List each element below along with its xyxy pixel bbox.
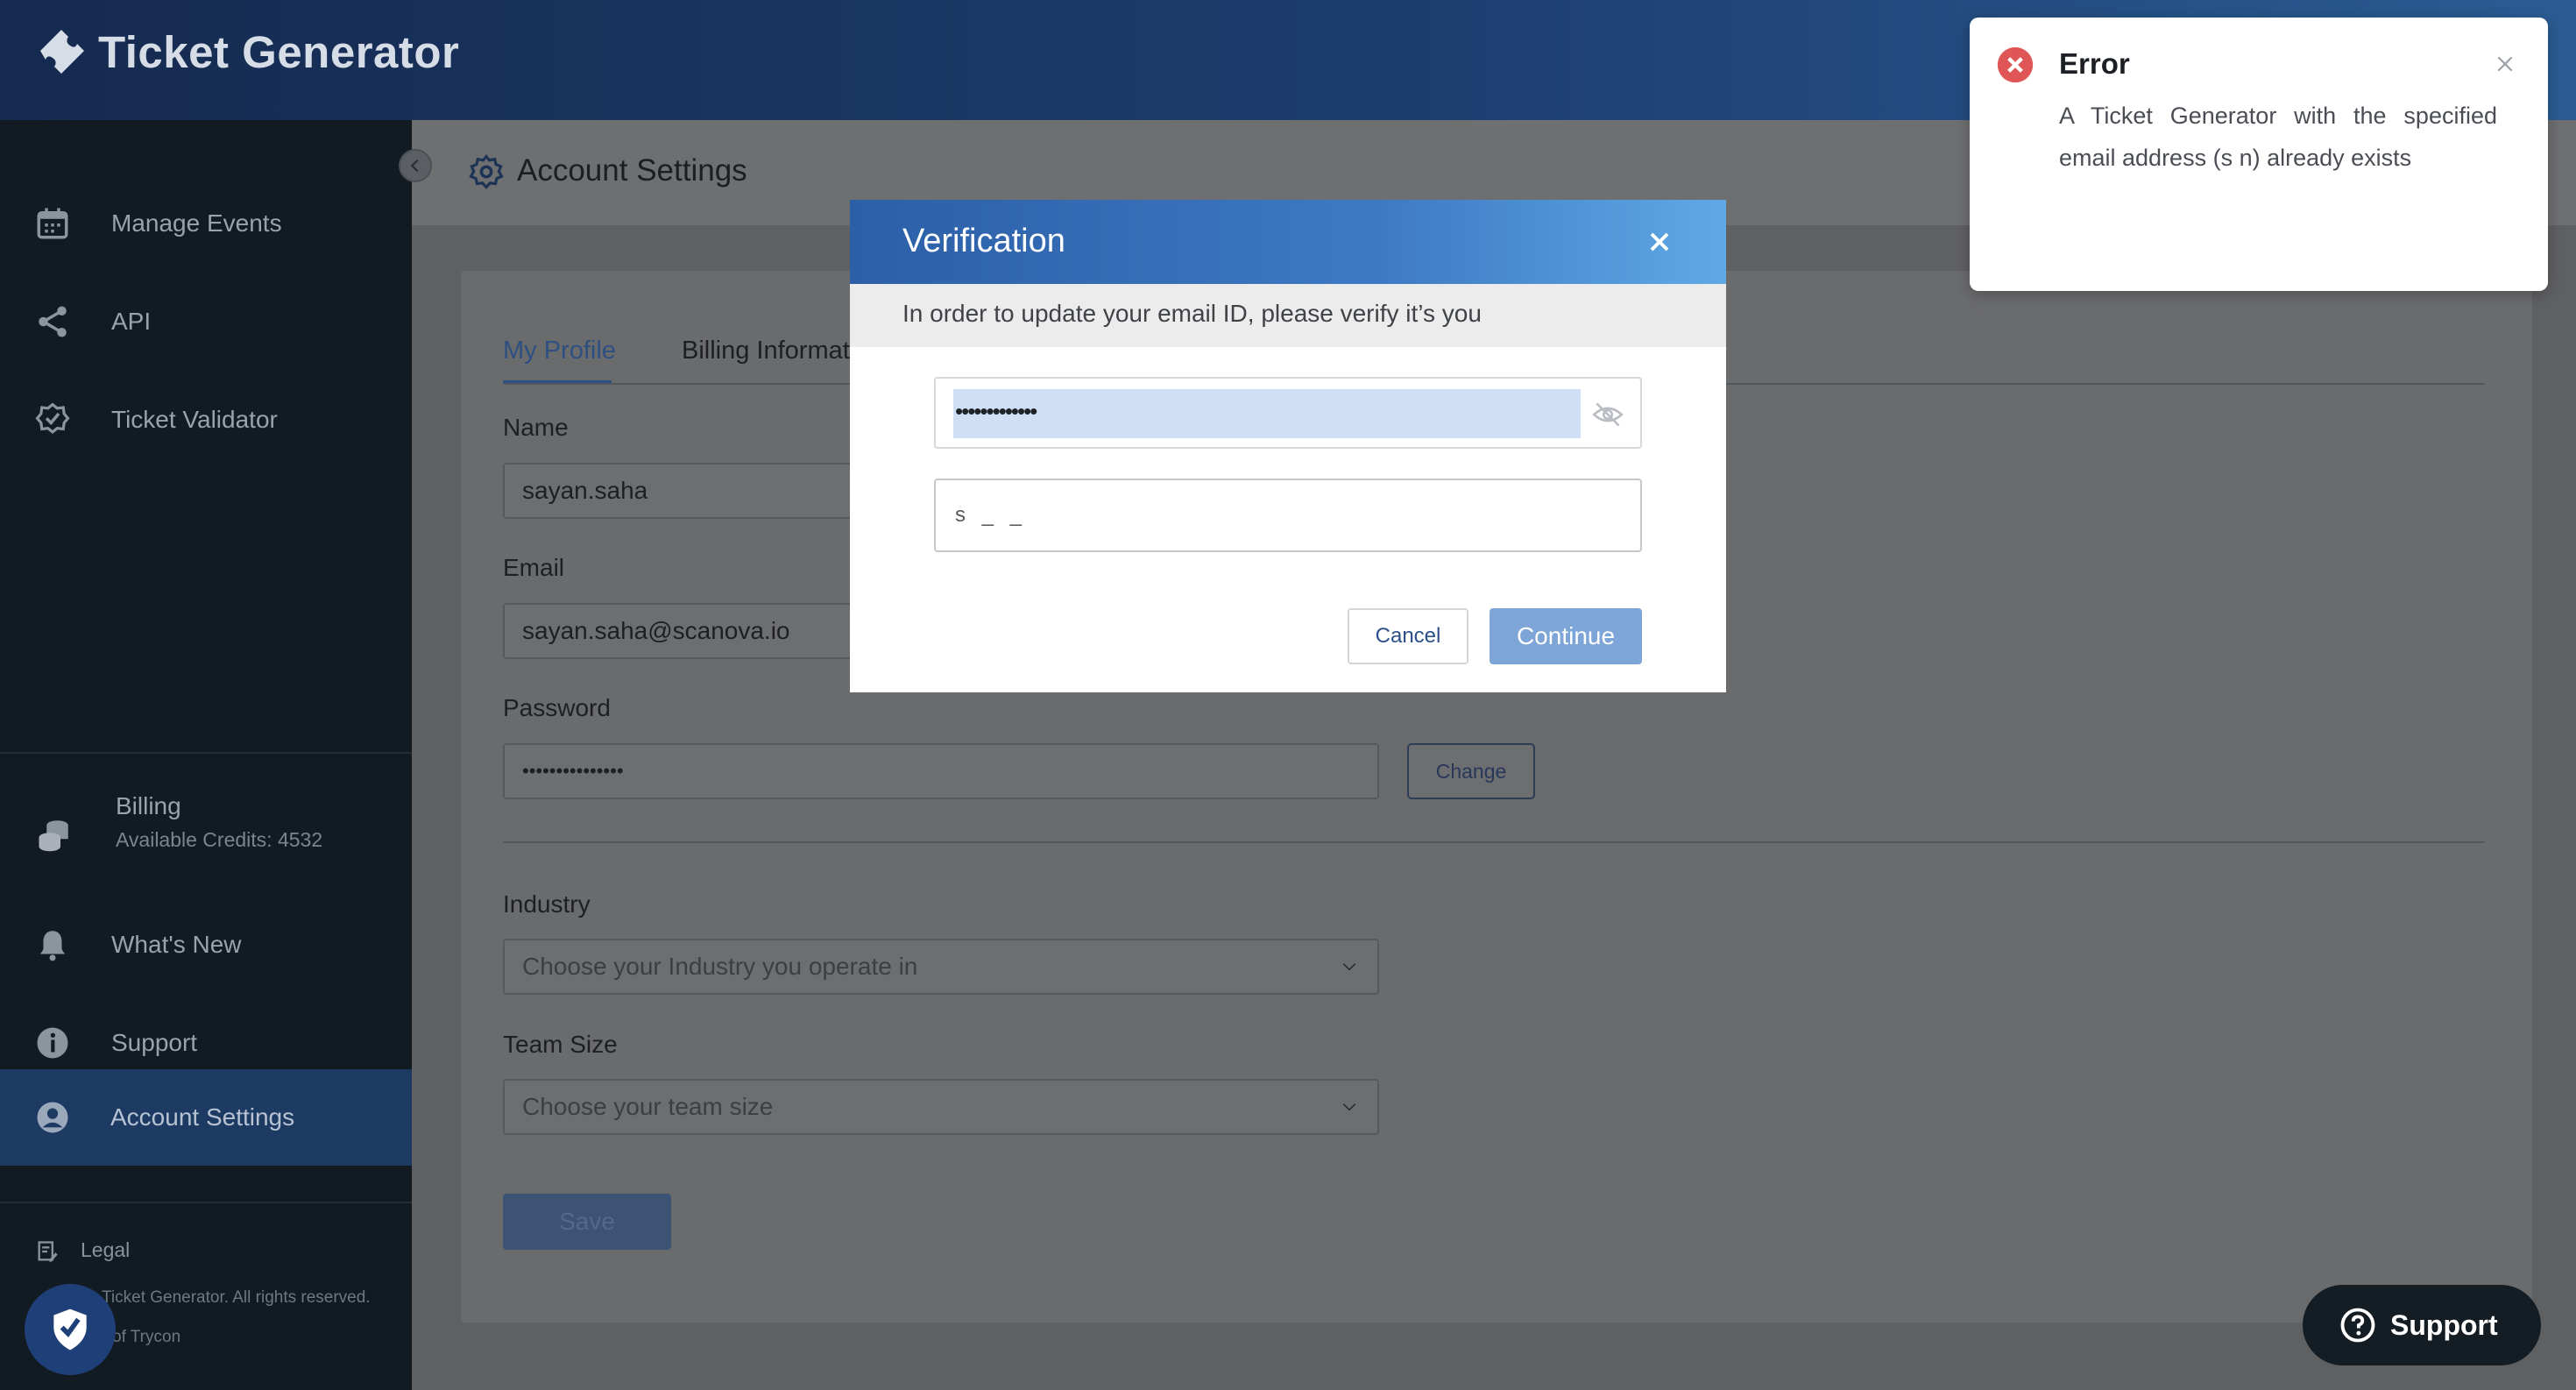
modal-header: Verification (850, 200, 1726, 284)
sidebar-item-label: Account Settings (110, 1103, 295, 1131)
copyright-text: Ticket Generator. All rights reserved. (102, 1288, 371, 1307)
sidebar-item-label: Ticket Validator (111, 406, 278, 433)
sidebar: Manage Events API Ticket Validator Billi… (0, 120, 412, 1390)
close-icon[interactable] (1644, 226, 1675, 258)
email-input[interactable]: sayan.saha@scanova.io (503, 603, 871, 659)
chevron-down-icon (1342, 963, 1356, 971)
shield-check-icon (53, 1308, 87, 1351)
continue-button[interactable]: Continue (1490, 608, 1642, 664)
sidebar-divider (0, 1202, 412, 1203)
sidebar-item-whats-new[interactable]: What's New (0, 897, 412, 993)
save-button[interactable]: Save (503, 1194, 671, 1250)
gear-icon (469, 153, 504, 189)
sidebar-item-ticket-validator[interactable]: Ticket Validator (0, 372, 412, 468)
close-icon[interactable] (2494, 53, 2516, 75)
change-password-button[interactable]: Change (1407, 743, 1535, 799)
industry-label: Industry (503, 890, 591, 918)
share-nodes-icon (32, 301, 74, 343)
chevron-left-icon (410, 159, 419, 173)
page-title: Account Settings (517, 153, 747, 188)
help-circle-icon (2340, 1308, 2375, 1343)
team-size-label: Team Size (503, 1031, 618, 1058)
sidebar-item-label: Support (111, 1029, 198, 1056)
app-logo[interactable]: Ticket Generator (35, 25, 459, 79)
tab-billing-information[interactable]: Billing Informat (682, 337, 850, 365)
bell-icon (32, 924, 74, 966)
error-circle-icon (1997, 46, 2034, 83)
error-toast: Error A Ticket Generator with the specif… (1970, 18, 2548, 291)
app-title: Ticket Generator (98, 26, 460, 77)
verification-modal: Verification In order to update your ema… (850, 200, 1726, 692)
toast-title: Error (2059, 47, 2130, 80)
sidebar-collapse-button[interactable] (399, 149, 432, 182)
calendar-icon (32, 202, 74, 245)
modal-subtitle-bar: In order to update your email ID, please… (850, 284, 1726, 347)
new-email-input[interactable]: s _ _ (934, 479, 1642, 552)
form-separator (503, 841, 2485, 843)
name-input[interactable]: sayan.saha (503, 463, 871, 519)
document-edit-icon (38, 1241, 58, 1262)
verify-password-value: ••••••••••••• (955, 398, 1037, 424)
text-selection-highlight (953, 389, 1581, 438)
sidebar-item-manage-events[interactable]: Manage Events (0, 175, 412, 272)
password-value: ••••••••••••••• (522, 760, 624, 782)
user-circle-icon (32, 1096, 74, 1138)
ticket-logo-icon (40, 30, 84, 74)
name-label: Name (503, 414, 569, 441)
support-chat-button[interactable]: Support (2303, 1285, 2541, 1365)
sidebar-divider (0, 752, 412, 754)
coins-icon (33, 813, 75, 855)
trycon-text: of Trycon (112, 1328, 181, 1346)
sidebar-item-label: API (111, 308, 152, 335)
cancel-button[interactable]: Cancel (1348, 608, 1468, 664)
team-size-placeholder: Choose your team size (522, 1093, 774, 1120)
new-email-value: s _ _ (955, 503, 1028, 527)
sidebar-item-label: What's New (111, 931, 242, 958)
support-label: Support (2390, 1309, 2498, 1341)
badge-check-icon (32, 399, 74, 441)
legal-link[interactable]: Legal (81, 1238, 130, 1262)
available-credits: Available Credits: 4532 (116, 828, 323, 851)
info-icon (32, 1022, 74, 1064)
email-label: Email (503, 554, 565, 581)
sidebar-item-label: Manage Events (111, 209, 282, 237)
sidebar-item-api[interactable]: API (0, 273, 412, 370)
modal-title: Verification (902, 223, 1065, 259)
name-value: sayan.saha (522, 477, 648, 504)
billing-label: Billing (116, 792, 181, 819)
tab-my-profile[interactable]: My Profile (503, 337, 616, 365)
chevron-down-icon (1342, 1103, 1356, 1111)
password-input[interactable]: ••••••••••••••• (503, 743, 1379, 799)
security-badge[interactable] (25, 1284, 116, 1375)
email-value: sayan.saha@scanova.io (522, 617, 790, 644)
team-size-select[interactable]: Choose your team size (503, 1079, 1379, 1135)
eye-off-icon[interactable] (1591, 398, 1624, 431)
industry-select[interactable]: Choose your Industry you operate in (503, 939, 1379, 995)
toast-message: A Ticket Generator with the specified em… (2059, 103, 2497, 171)
sidebar-item-account-settings[interactable]: Account Settings (0, 1069, 412, 1166)
password-label: Password (503, 694, 611, 721)
modal-subtitle: In order to update your email ID, please… (902, 300, 1482, 327)
industry-placeholder: Choose your Industry you operate in (522, 953, 918, 980)
verify-password-input[interactable]: ••••••••••••• (934, 377, 1642, 449)
